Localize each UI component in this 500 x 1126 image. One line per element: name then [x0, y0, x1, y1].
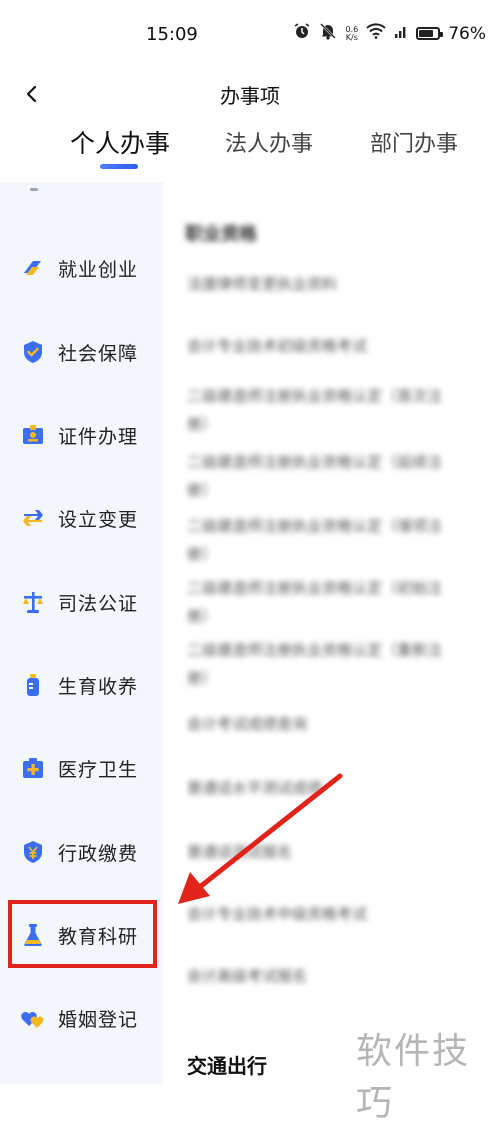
sidebar-item-label: 生育收养 [58, 675, 139, 698]
sidebar-item-label: 社会保障 [58, 342, 139, 365]
briefcase-icon [20, 255, 46, 281]
battery-fill [419, 30, 433, 37]
baby-bottle-icon [20, 672, 46, 698]
shield-check-icon [20, 339, 46, 365]
list-item[interactable]: 普通话水平测试成绩 [187, 774, 457, 802]
blurred-service-list: 职业资格 法援律师变更执业资料 会计专业技术初级资格考试 二级建造师注册执业资格… [163, 182, 500, 1012]
active-tab-indicator [100, 164, 138, 169]
sidebar-item-birth-adoption[interactable]: 生育收养 [0, 655, 163, 715]
service-list-panel: 职业资格 法援律师变更执业资料 会计专业技术初级资格考试 二级建造师注册执业资格… [163, 182, 500, 1084]
page-title: 办事项 [220, 84, 280, 108]
list-item[interactable]: 会计专业技术中级资格考试 [187, 900, 457, 928]
sidebar-item-label: 就业创业 [58, 258, 139, 281]
net-speed-unit: K/s [345, 32, 358, 42]
sidebar-item-marriage-registration[interactable]: 婚姻登记 [0, 988, 163, 1048]
list-item[interactable]: 会计专业技术初级资格考试 [187, 332, 457, 360]
tab-personal[interactable]: 个人办事 [70, 124, 170, 160]
sidebar-item-label: 证件办理 [58, 425, 139, 448]
sidebar-item-label: 医疗卫生 [58, 758, 139, 781]
category-heading-transport: 交通出行 [187, 1054, 267, 1078]
tab-department[interactable]: 部门办事 [370, 126, 458, 158]
status-icons: 0.6 K/s 76% [293, 22, 486, 45]
list-item[interactable]: 普通话测试报名 [187, 838, 457, 866]
battery-icon [416, 27, 444, 40]
sidebar-item-certificates[interactable]: 证件办理 [0, 405, 163, 465]
alarm-icon [293, 22, 311, 45]
partial-item-hint [30, 188, 38, 191]
list-item[interactable]: 二级建造师注册执业资格认定（增项注册） [187, 512, 457, 568]
list-item[interactable]: 会计考试成绩查询 [187, 710, 457, 738]
sidebar-item-employment[interactable]: 就业创业 [0, 238, 163, 298]
tab-bar: 个人办事 法人办事 部门办事 [0, 118, 500, 180]
status-bar: 15:09 0.6 K/s 76% [0, 0, 500, 74]
sidebar-item-label: 司法公证 [58, 592, 139, 615]
nav-bar: 办事项 [0, 74, 500, 114]
list-item[interactable]: 二级建造师注册执业资格认定（重新注册） [187, 636, 457, 692]
list-item[interactable]: 会计高级考试报名 [187, 962, 457, 990]
list-item[interactable]: 二级建造师注册执业资格认定（初始注册） [187, 574, 457, 630]
sidebar-item-label: 设立变更 [58, 508, 139, 531]
sidebar-item-label: 婚姻登记 [58, 1008, 139, 1031]
hearts-icon [20, 1005, 46, 1031]
sidebar-item-social-security[interactable]: 社会保障 [0, 322, 163, 382]
wifi-icon [366, 23, 386, 44]
list-item[interactable]: 二级建造师注册执业资格认定（延续注册） [187, 448, 457, 504]
annotation-highlight-box [8, 900, 157, 968]
id-card-icon [20, 422, 46, 448]
medical-kit-icon [20, 755, 46, 781]
list-item[interactable]: 法援律师变更执业资料 [187, 270, 457, 298]
sidebar-item-judicial-notary[interactable]: 司法公证 [0, 572, 163, 632]
sidebar-item-admin-fees[interactable]: 行政缴费 [0, 822, 163, 882]
sidebar-item-medical-health[interactable]: 医疗卫生 [0, 738, 163, 798]
sidebar-item-label: 行政缴费 [58, 842, 139, 865]
category-heading: 职业资格 [185, 224, 257, 245]
yuan-coin-icon [20, 839, 46, 865]
sidebar-item-registration-change[interactable]: 设立变更 [0, 488, 163, 548]
tab-legal-entity[interactable]: 法人办事 [225, 126, 313, 158]
swap-arrows-icon [20, 505, 46, 531]
mute-bell-icon [319, 22, 337, 45]
list-item[interactable]: 二级建造师注册执业资格认定（首次注册） [187, 382, 457, 438]
signal-icon [394, 23, 408, 44]
watermark-text: 软件技巧 [356, 1031, 471, 1124]
status-time: 15:09 [146, 24, 198, 45]
battery-percent: 76% [448, 23, 486, 44]
net-speed: 0.6 K/s [345, 25, 358, 42]
scales-icon [20, 589, 46, 615]
